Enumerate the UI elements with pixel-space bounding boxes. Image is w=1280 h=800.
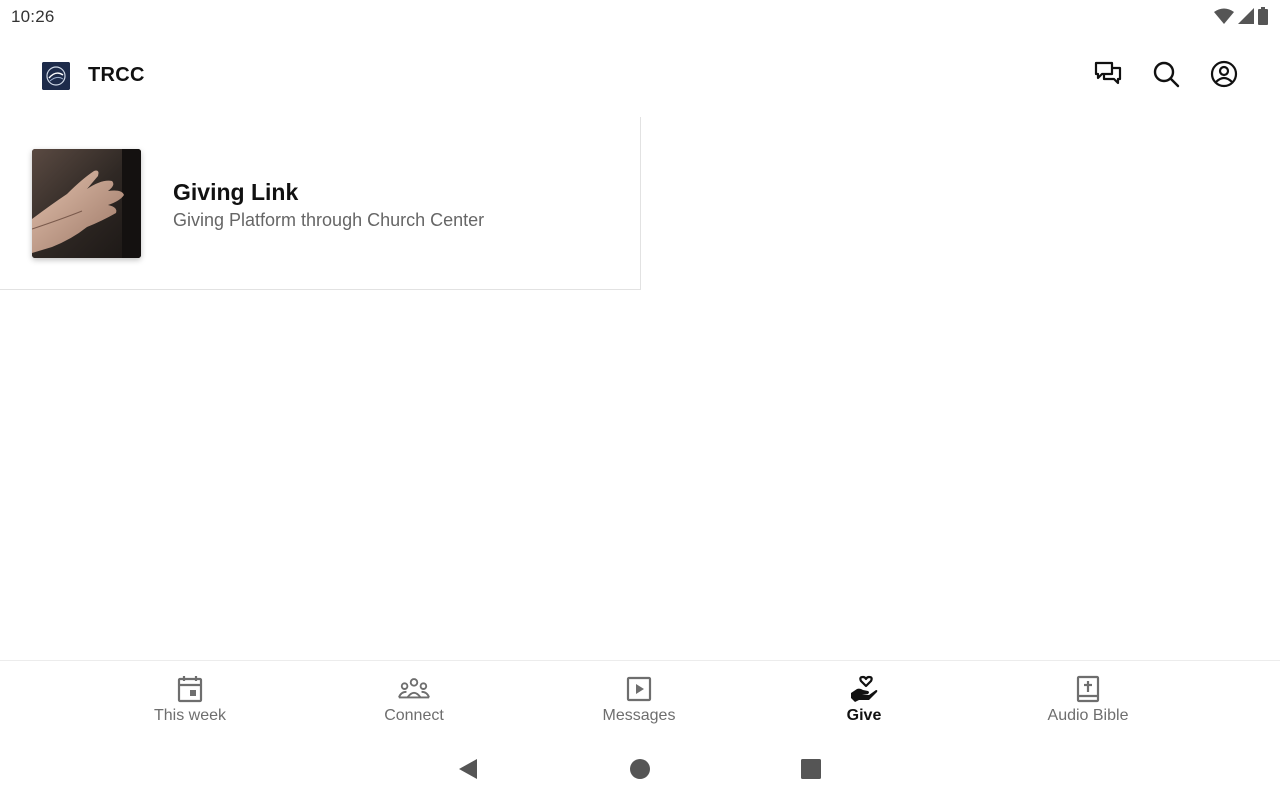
nav-item-give[interactable]: Give xyxy=(784,661,944,741)
status-icons xyxy=(1214,7,1268,25)
account-button[interactable] xyxy=(1208,60,1240,92)
nav-item-connect[interactable]: Connect xyxy=(334,661,494,741)
card-title: Giving Link xyxy=(173,179,299,205)
chat-button[interactable] xyxy=(1092,60,1124,92)
card-subtitle: Giving Platform through Church Center xyxy=(173,210,485,230)
nav-item-audio-bible[interactable]: Audio Bible xyxy=(1008,661,1168,741)
group-icon xyxy=(398,674,430,704)
app-bar: TRCC xyxy=(0,44,1280,108)
home-icon xyxy=(629,758,651,785)
church-logo xyxy=(42,62,70,90)
cell-signal-icon xyxy=(1238,8,1254,24)
calendar-icon xyxy=(174,674,206,704)
recents-button[interactable] xyxy=(796,756,826,786)
account-icon xyxy=(1210,60,1238,93)
system-nav xyxy=(0,740,1280,800)
back-button[interactable] xyxy=(453,756,483,786)
search-icon xyxy=(1152,60,1180,93)
nav-label-this-week: This week xyxy=(153,707,227,724)
giving-hand-heart-icon xyxy=(848,674,880,704)
search-button[interactable] xyxy=(1150,60,1182,92)
bible-cross-icon xyxy=(1072,674,1104,704)
nav-label-give: Give xyxy=(846,707,882,724)
open-hand-photo xyxy=(32,149,141,258)
nav-label-connect: Connect xyxy=(384,707,444,724)
app-title: TRCC xyxy=(88,64,145,86)
play-video-icon xyxy=(623,674,655,704)
app-actions xyxy=(1092,60,1240,92)
bottom-nav: This week Connect Messages Give Audio Bi… xyxy=(0,660,1280,741)
nav-label-messages: Messages xyxy=(602,707,676,724)
nav-item-messages[interactable]: Messages xyxy=(559,661,719,741)
status-time: 10:26 xyxy=(11,7,55,26)
chat-icon xyxy=(1094,61,1122,92)
recents-icon xyxy=(801,758,821,784)
back-icon xyxy=(457,758,479,785)
battery-icon xyxy=(1258,7,1268,25)
nav-item-this-week[interactable]: This week xyxy=(110,661,270,741)
giving-link-card[interactable] xyxy=(0,117,641,290)
nav-label-audio-bible: Audio Bible xyxy=(1047,707,1129,724)
wifi-icon xyxy=(1214,8,1234,24)
status-bar: 10:26 xyxy=(0,0,1280,34)
screen: 10:26 TRCC Giving Link Giving Platform t… xyxy=(0,0,1280,800)
home-button[interactable] xyxy=(625,756,655,786)
